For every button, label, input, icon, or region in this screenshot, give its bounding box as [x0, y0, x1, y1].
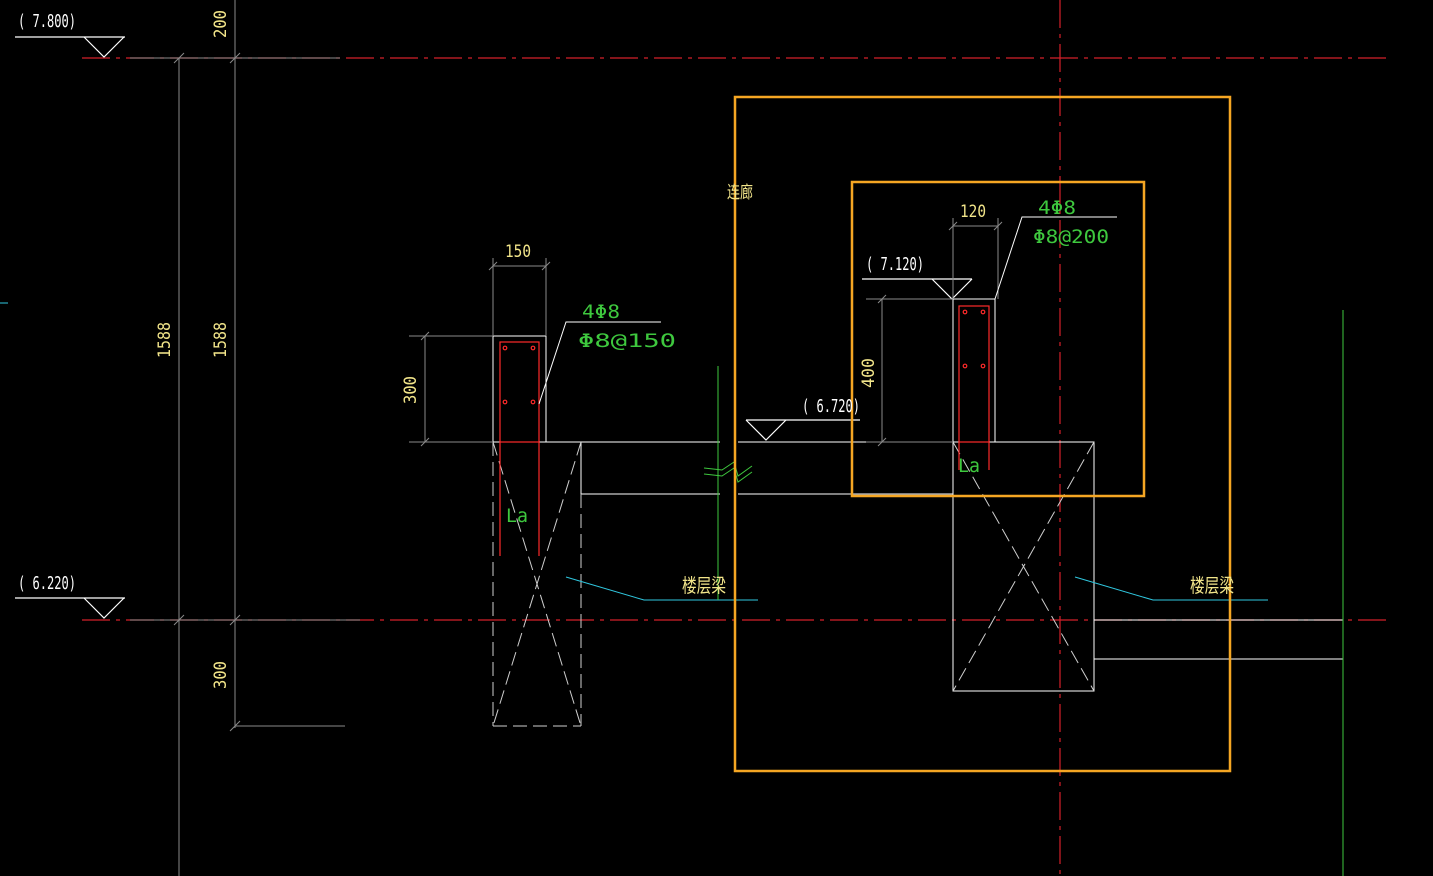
level-text-6720: ( 6.720)	[802, 396, 860, 417]
level-text-7800: ( 7.800)	[18, 11, 76, 32]
right-rebar-stirrup-text: Φ8@200	[1033, 226, 1109, 248]
la-text-left: La	[506, 505, 528, 527]
cad-drawing-canvas[interactable]: ( 7.800) ( 6.220) ( 6.720) ( 7.120) 200 …	[0, 0, 1433, 876]
floor-beam-text-right: 楼层梁	[1190, 575, 1234, 597]
left-floor-beam-leader	[565, 576, 758, 601]
right-rebar-main-text: 4Φ8	[1038, 197, 1076, 219]
dim-text-1588-a: 1588	[155, 322, 175, 358]
highlight-boxes	[733, 95, 1232, 773]
right-floor-beam-leader	[1074, 576, 1268, 601]
level-marker-7800	[15, 36, 125, 58]
right-section	[738, 216, 1344, 876]
dim-text-400: 400	[859, 358, 879, 388]
dim-text-120: 120	[960, 202, 986, 222]
left-rebar-stirrup-text: Φ8@150	[578, 330, 676, 352]
level-text-6220: ( 6.220)	[18, 573, 76, 594]
dim-text-1588-b: 1588	[211, 322, 231, 358]
level-marker-6220	[15, 597, 125, 619]
dimension-lines-left	[130, 0, 360, 876]
level-marker-6720	[745, 419, 860, 441]
left-rebar-main-text: 4Φ8	[582, 301, 620, 323]
left-rebar-stirrup	[499, 341, 540, 443]
floor-beam-text-left: 楼层梁	[682, 575, 726, 597]
corridor-text: 连廊	[727, 183, 753, 203]
outer-highlight-box[interactable]	[733, 95, 1232, 773]
dim-text-200: 200	[211, 10, 231, 38]
text-labels: ( 7.800) ( 6.220) ( 6.720) ( 7.120) 200 …	[18, 10, 1234, 689]
level-marker-7120	[862, 278, 973, 300]
left-section	[409, 258, 758, 727]
dim-text-300-left: 300	[401, 376, 421, 404]
dim-text-150: 150	[505, 242, 531, 262]
break-line	[703, 366, 753, 600]
right-rebar-stirrup	[958, 305, 990, 443]
dim-text-300-bottom: 300	[211, 661, 231, 689]
level-text-7120: ( 7.120)	[866, 254, 924, 275]
left-upstand-outline	[492, 335, 547, 443]
la-text-right: La	[958, 455, 980, 477]
